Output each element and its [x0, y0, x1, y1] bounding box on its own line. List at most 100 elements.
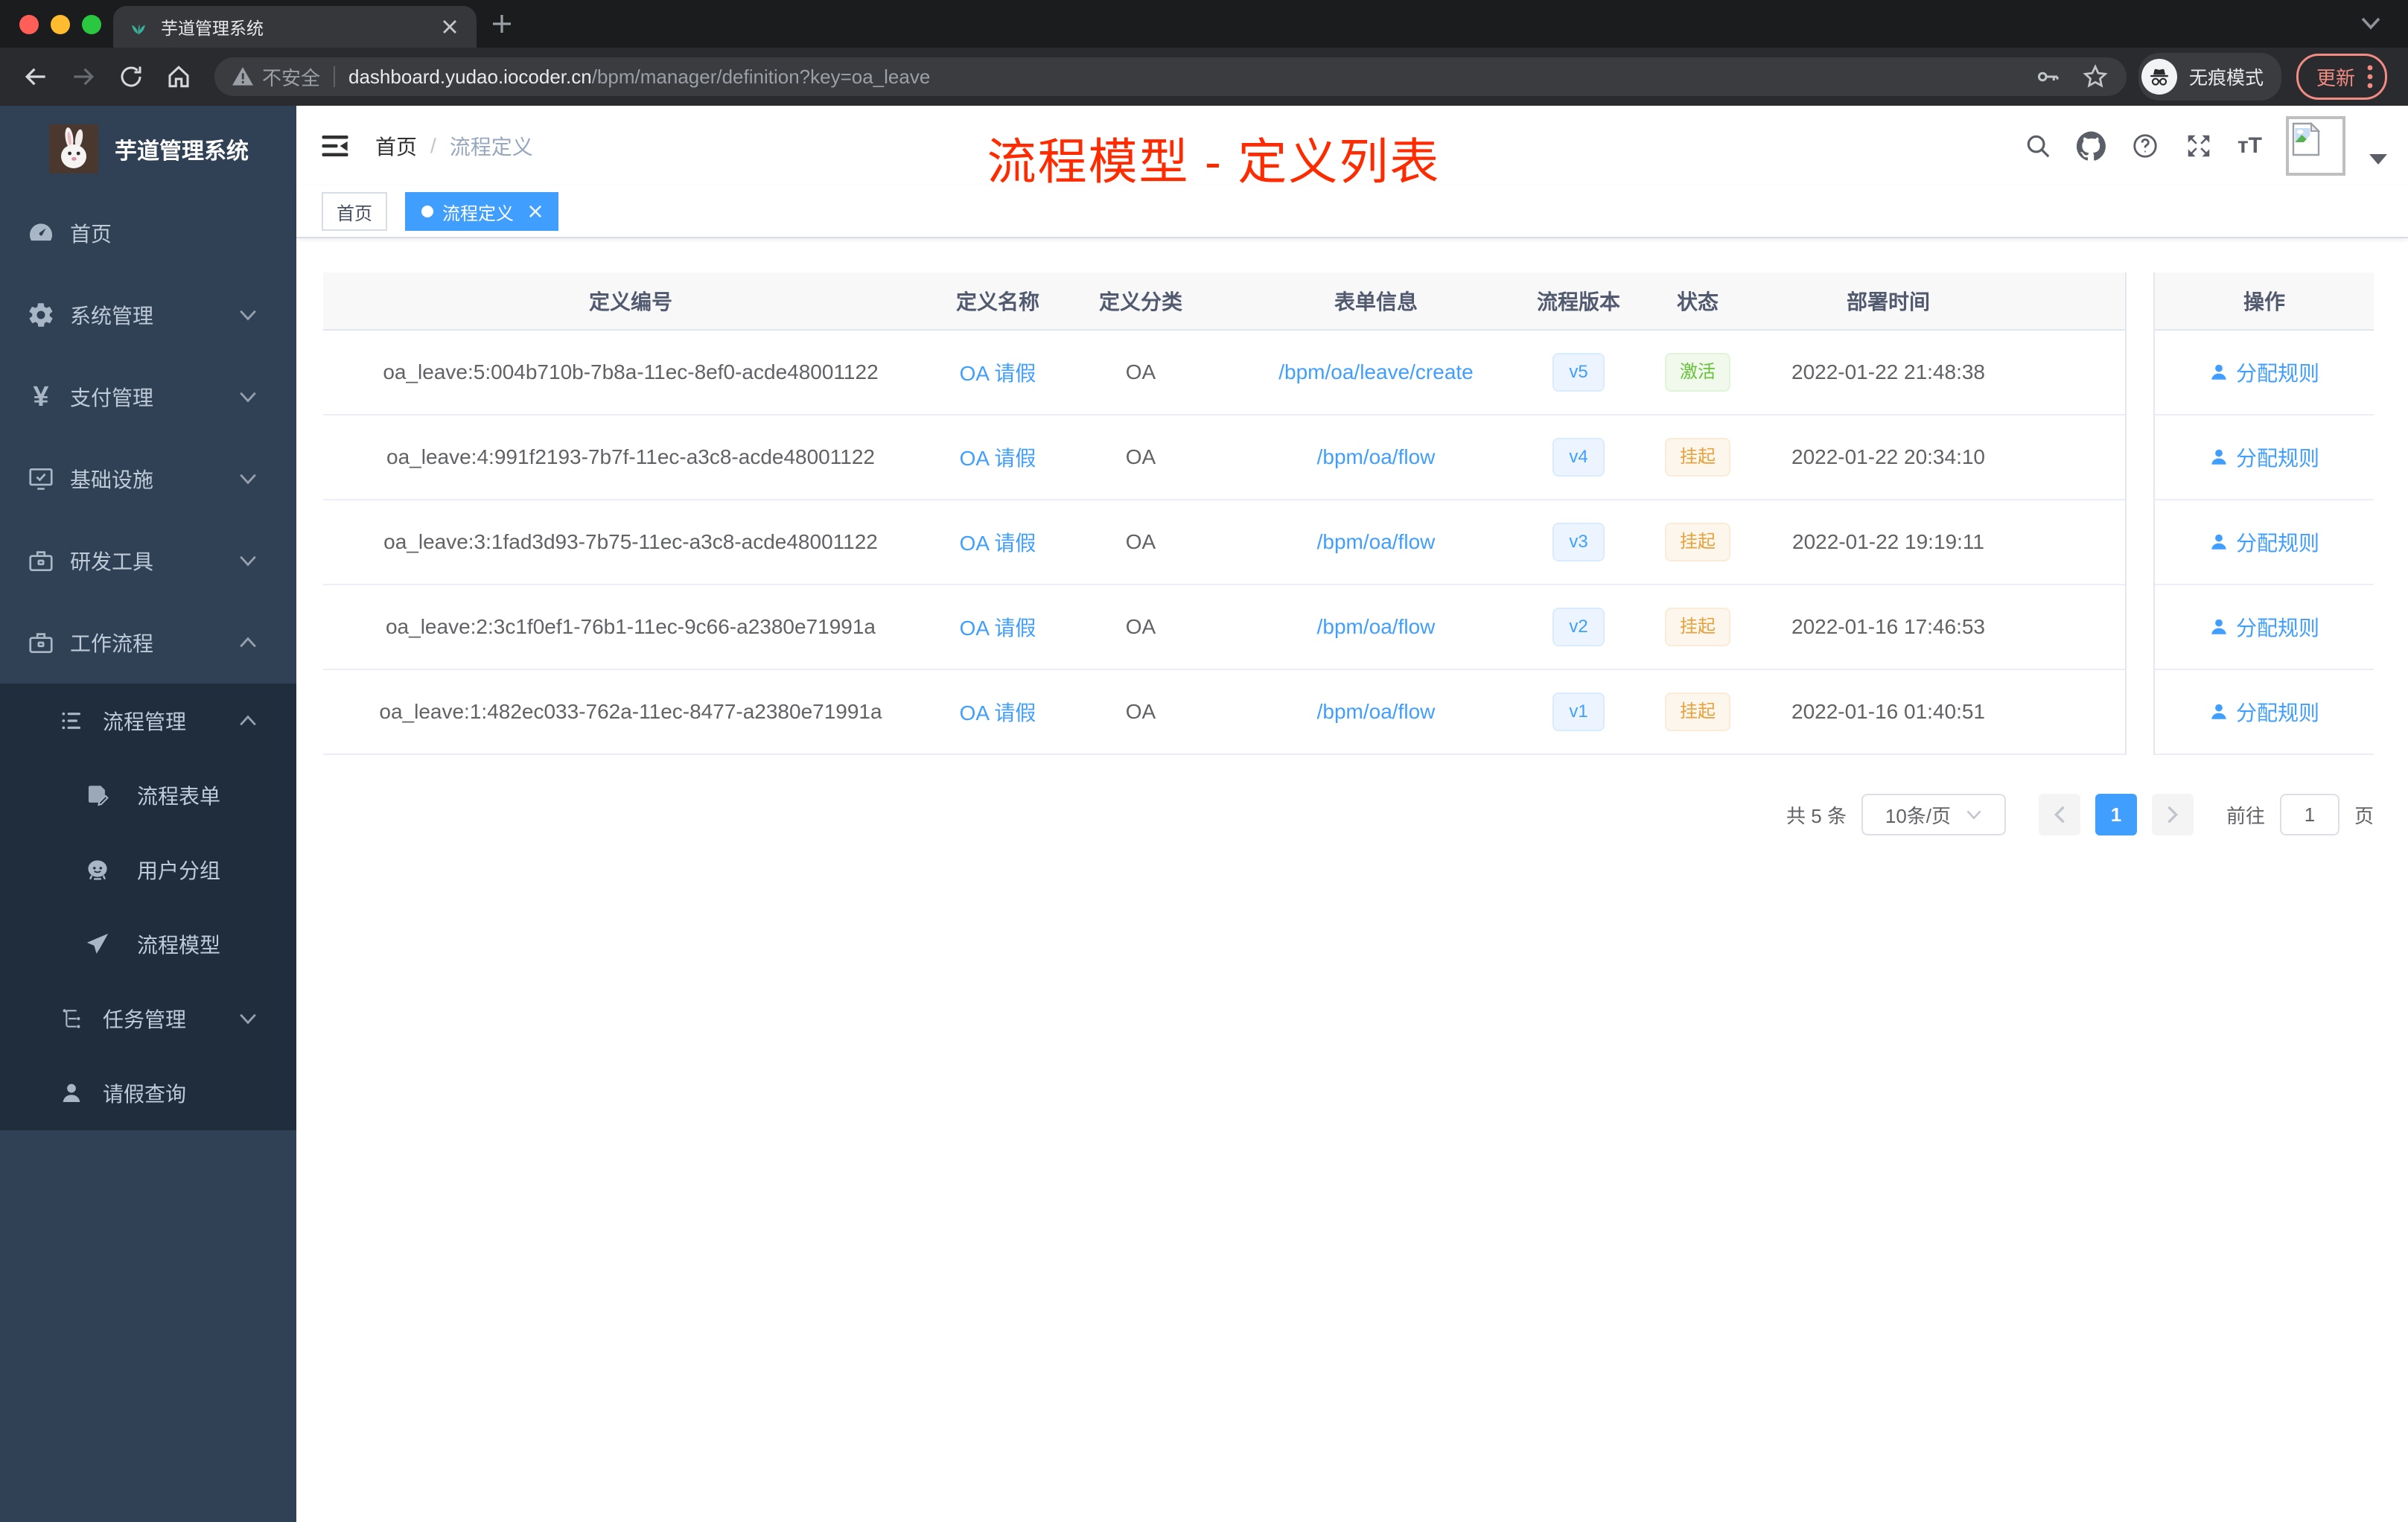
forward-button[interactable] — [64, 57, 103, 96]
sidebar-item-dev-tools[interactable]: 研发工具 — [0, 520, 296, 602]
avatar[interactable] — [2286, 116, 2345, 176]
sidebar-item-leave-query[interactable]: 请假查询 — [0, 1056, 296, 1130]
person-icon — [60, 1081, 83, 1105]
definition-name-link[interactable]: OA 请假 — [960, 532, 1036, 555]
person-icon — [2211, 449, 2226, 465]
assign-rule-button[interactable]: 分配规则 — [2155, 442, 2374, 472]
update-label[interactable]: 更新 — [2316, 63, 2355, 91]
tag-label: 首页 — [337, 203, 372, 224]
active-dot — [421, 206, 433, 217]
list-icon — [60, 709, 83, 733]
definition-table: 定义编号 定义名称 定义分类 表单信息 流程版本 状态 部署时间 oa_leav… — [323, 273, 2374, 755]
assign-rule-button[interactable]: 分配规则 — [2155, 357, 2374, 387]
version-badge: v1 — [1552, 692, 1605, 731]
goto-page-input[interactable] — [2279, 794, 2339, 835]
minimize-window-button[interactable] — [51, 15, 70, 34]
form-link[interactable]: /bpm/oa/leave/create — [1278, 360, 1474, 383]
github-icon[interactable] — [2076, 131, 2106, 161]
browser-menu-dots-icon[interactable] — [2367, 65, 2373, 89]
chevron-down-icon — [238, 1013, 258, 1025]
help-question-icon[interactable] — [2130, 131, 2160, 161]
sidebar-item-user-group[interactable]: 用户分组 — [0, 832, 296, 907]
assign-rule-button[interactable]: 分配规则 — [2155, 612, 2374, 642]
gear-icon — [27, 301, 55, 329]
address-bar[interactable]: 不安全 dashboard.yudao.iocoder.cn /bpm/mana… — [214, 57, 2127, 96]
sidebar-toggle-icon[interactable] — [319, 131, 351, 161]
dashboard-icon — [27, 219, 55, 247]
incognito-label: 无痕模式 — [2188, 68, 2264, 89]
current-page-button[interactable]: 1 — [2095, 794, 2137, 835]
table-scroll-gutter — [2125, 273, 2155, 755]
definition-name-link[interactable]: OA 请假 — [960, 701, 1036, 725]
zoom-window-button[interactable] — [82, 15, 101, 34]
next-page-button[interactable] — [2151, 794, 2194, 835]
sidebar-item-process-form[interactable]: 流程表单 — [0, 758, 296, 832]
bookmark-star-icon[interactable] — [2082, 63, 2109, 90]
form-link[interactable]: /bpm/oa/flow — [1317, 615, 1436, 638]
form-link[interactable]: /bpm/oa/flow — [1317, 700, 1436, 723]
definition-id: oa_leave:3:1fad3d93-7b75-11ec-a3c8-acde4… — [383, 530, 878, 553]
fullscreen-icon[interactable] — [2184, 131, 2214, 161]
definition-name-link[interactable]: OA 请假 — [960, 362, 1036, 385]
sidebar-item-payment[interactable]: ¥ 支付管理 — [0, 356, 296, 438]
chevron-down-icon — [238, 309, 258, 321]
definition-category: OA — [1125, 360, 1156, 383]
prev-page-button[interactable] — [2038, 794, 2080, 835]
sidebar-item-system[interactable]: 系统管理 — [0, 274, 296, 356]
tag-process-definition[interactable]: 流程定义 — [405, 192, 558, 231]
column-header-name: 定义名称 — [955, 290, 1039, 313]
font-size-icon[interactable]: тT — [2237, 133, 2262, 159]
browser-tab[interactable]: 芋道管理系统 — [113, 6, 477, 48]
sidebar-item-label: 流程管理 — [103, 710, 187, 733]
person-icon — [2211, 364, 2226, 380]
sidebar-logo[interactable]: 芋道管理系统 — [0, 106, 296, 192]
security-label[interactable]: 不安全 — [262, 63, 320, 91]
incognito-icon — [2141, 59, 2177, 95]
reload-button[interactable] — [112, 57, 150, 96]
back-button[interactable] — [16, 57, 55, 96]
definition-id: oa_leave:4:991f2193-7b7f-11ec-a3c8-acde4… — [386, 445, 875, 468]
sidebar-item-home[interactable]: 首页 — [0, 192, 296, 274]
tag-home[interactable]: 首页 — [322, 192, 387, 231]
close-window-button[interactable] — [19, 15, 39, 34]
broken-image-icon — [2292, 122, 2320, 156]
avatar-caret-icon[interactable] — [2369, 154, 2387, 165]
browser-update-button[interactable]: 更新 — [2296, 54, 2387, 100]
search-icon[interactable] — [2023, 131, 2053, 161]
password-key-icon[interactable] — [2034, 63, 2061, 90]
table-row: oa_leave:2:3c1f0ef1-76b1-11ec-9c66-a2380… — [323, 585, 2125, 670]
goto-label: 前往 — [2226, 804, 2265, 827]
not-secure-warning-icon[interactable] — [232, 67, 253, 86]
form-link[interactable]: /bpm/oa/flow — [1317, 530, 1436, 553]
paper-plane-icon — [85, 932, 110, 957]
favicon-sprout-icon — [128, 16, 149, 37]
form-link[interactable]: /bpm/oa/flow — [1317, 445, 1436, 468]
deploy-time: 2022-01-22 20:34:10 — [1791, 445, 1985, 468]
new-tab-button[interactable] — [488, 10, 515, 37]
tab-search-chevron-icon[interactable] — [2360, 16, 2381, 30]
definition-name-link[interactable]: OA 请假 — [960, 447, 1036, 470]
assign-rule-button[interactable]: 分配规则 — [2155, 527, 2374, 557]
column-header-category: 定义分类 — [1098, 290, 1182, 313]
column-header-version: 流程版本 — [1536, 290, 1620, 313]
sidebar-item-process-management[interactable]: 流程管理 — [0, 684, 296, 758]
yen-icon: ¥ — [33, 380, 49, 413]
sidebar-item-workflow[interactable]: 工作流程 — [0, 602, 296, 684]
page-size-select[interactable]: 10条/页 — [1861, 794, 2006, 835]
tab-close-icon[interactable] — [438, 15, 462, 39]
assign-rule-button[interactable]: 分配规则 — [2155, 697, 2374, 727]
sidebar-item-task-management[interactable]: 任务管理 — [0, 981, 296, 1056]
breadcrumb-home[interactable]: 首页 — [375, 131, 417, 161]
sidebar-item-infrastructure[interactable]: 基础设施 — [0, 438, 296, 520]
sidebar-item-label: 请假查询 — [103, 1083, 187, 1106]
sidebar-item-process-model[interactable]: 流程模型 — [0, 907, 296, 981]
column-header-id: 定义编号 — [588, 290, 672, 313]
deploy-time: 2022-01-22 19:19:11 — [1792, 530, 1984, 553]
tag-close-icon[interactable] — [529, 205, 542, 218]
monitor-check-icon — [27, 465, 55, 493]
definition-name-link[interactable]: OA 请假 — [960, 617, 1036, 640]
home-button[interactable] — [159, 57, 198, 96]
url-divider — [334, 66, 336, 87]
version-badge: v3 — [1552, 523, 1605, 561]
definition-id: oa_leave:2:3c1f0ef1-76b1-11ec-9c66-a2380… — [385, 615, 876, 638]
